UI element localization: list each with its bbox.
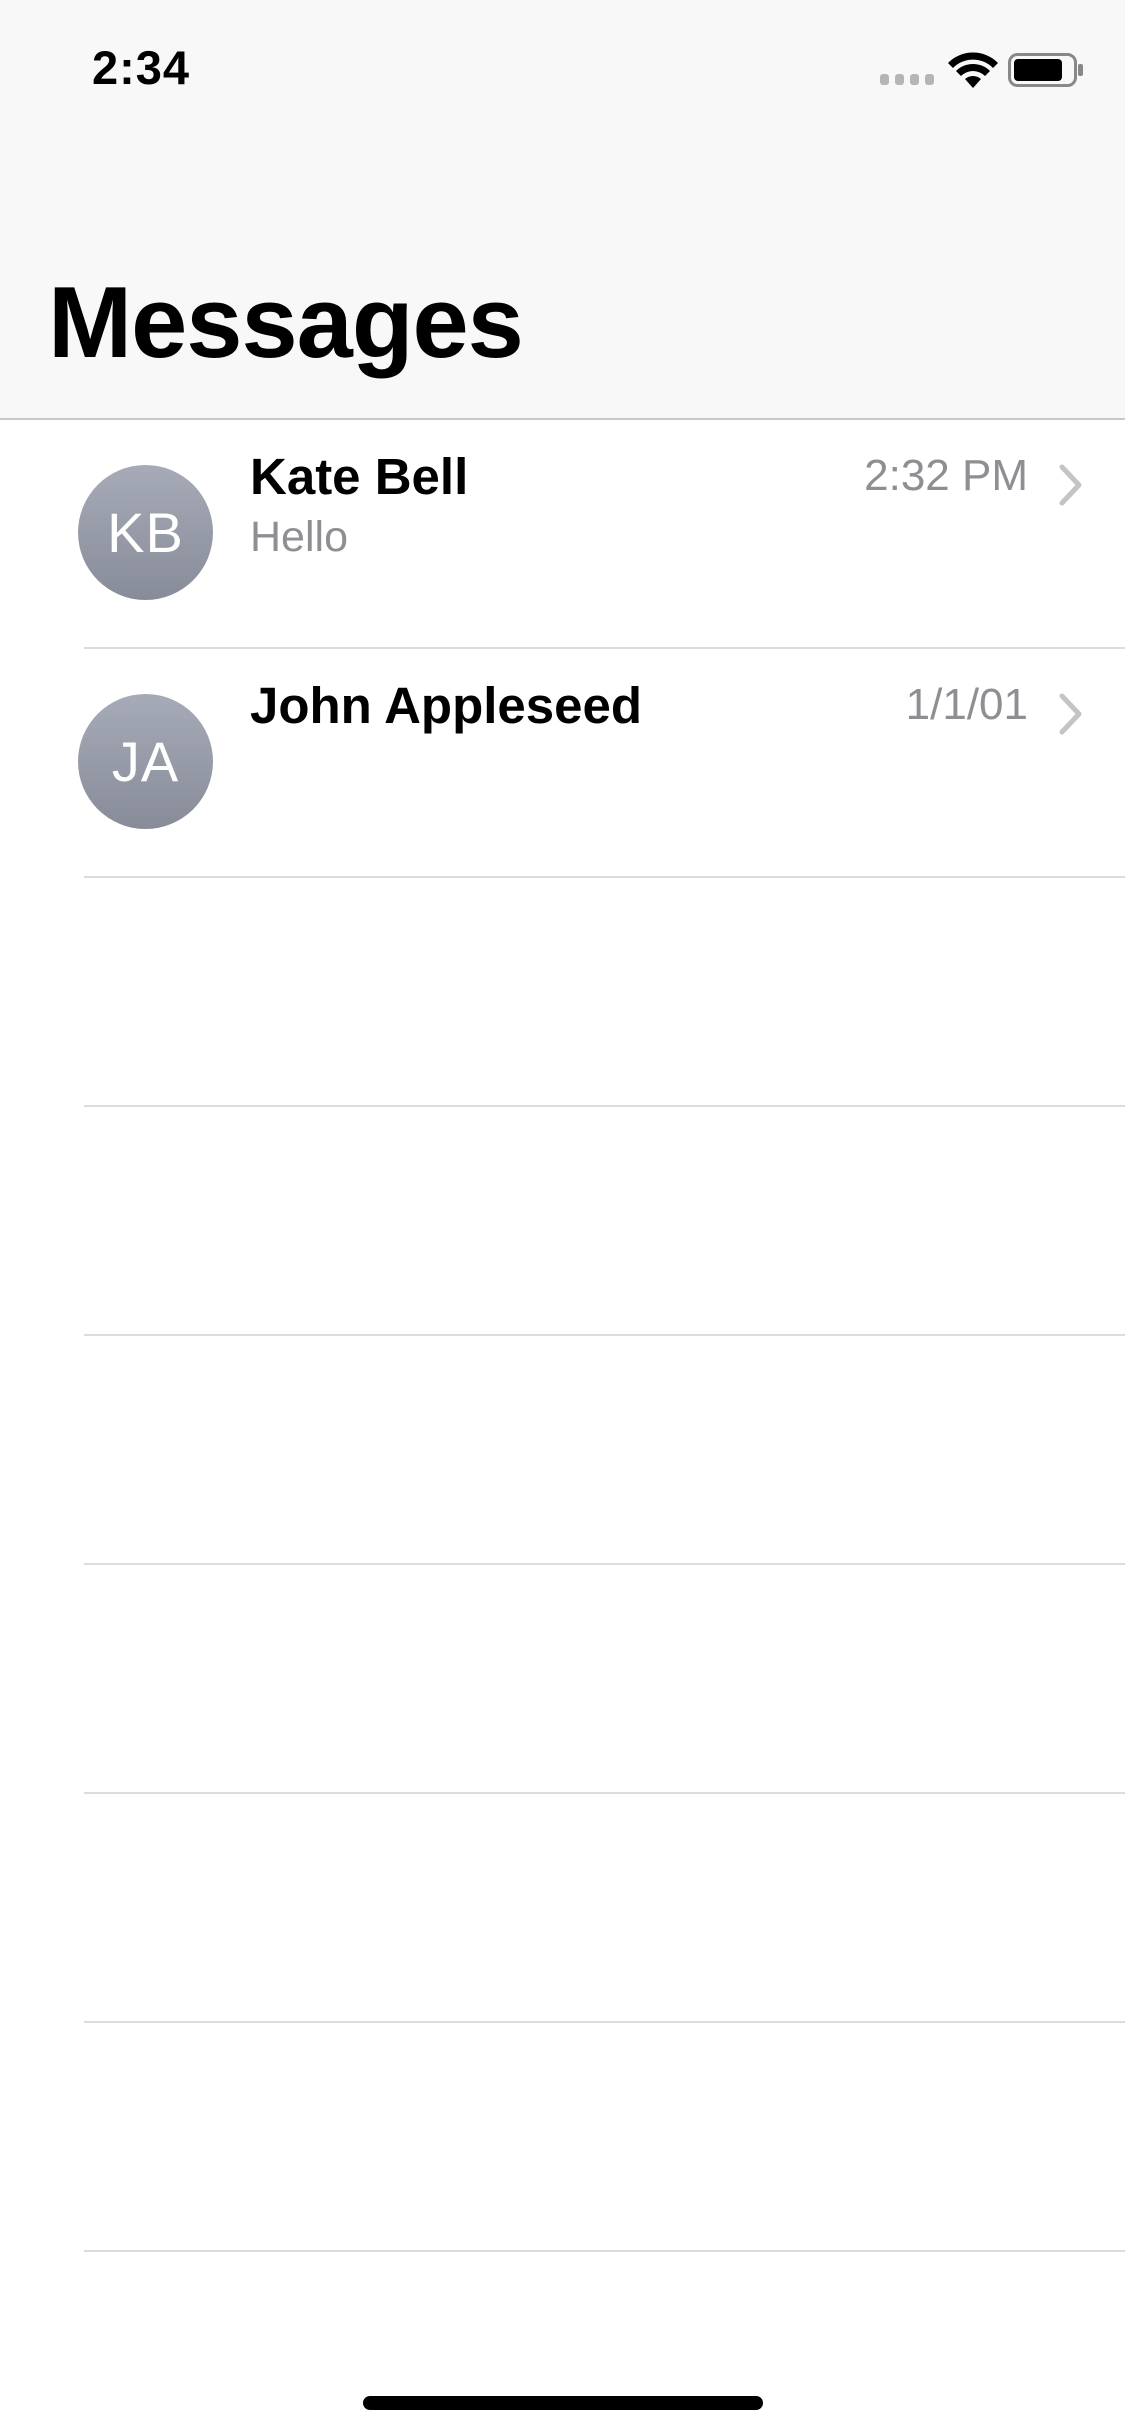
wifi-icon (948, 52, 998, 88)
avatar: KB (78, 465, 213, 600)
conversation-row-kate-bell[interactable]: KB Kate Bell Hello 2:32 PM (0, 420, 1125, 649)
home-indicator[interactable] (363, 2396, 763, 2410)
message-time: 1/1/01 (905, 680, 1028, 729)
empty-row (0, 878, 1125, 1107)
conversation-row-john-appleseed[interactable]: JA John Appleseed 1/1/01 (0, 649, 1125, 878)
empty-row (0, 1107, 1125, 1336)
signal-icon (880, 74, 936, 86)
contact-name: John Appleseed (250, 677, 643, 734)
conversation-list: KB Kate Bell Hello 2:32 PM JA John Apple… (0, 420, 1125, 2252)
empty-row (0, 1565, 1125, 1794)
empty-row (0, 1794, 1125, 2023)
message-time: 2:32 PM (864, 451, 1028, 500)
page-title: Messages (48, 267, 524, 379)
empty-row (0, 2023, 1125, 2252)
battery-icon (1008, 53, 1083, 87)
empty-row (0, 1336, 1125, 1565)
navigation-bar: 2:34 Messages (0, 0, 1125, 420)
contact-name: Kate Bell (250, 448, 469, 505)
message-preview: Hello (250, 513, 348, 561)
avatar: JA (78, 694, 213, 829)
chevron-right-icon (1059, 693, 1082, 735)
row-separator (84, 2250, 1125, 2252)
status-time: 2:34 (92, 41, 191, 94)
chevron-right-icon (1059, 464, 1082, 506)
